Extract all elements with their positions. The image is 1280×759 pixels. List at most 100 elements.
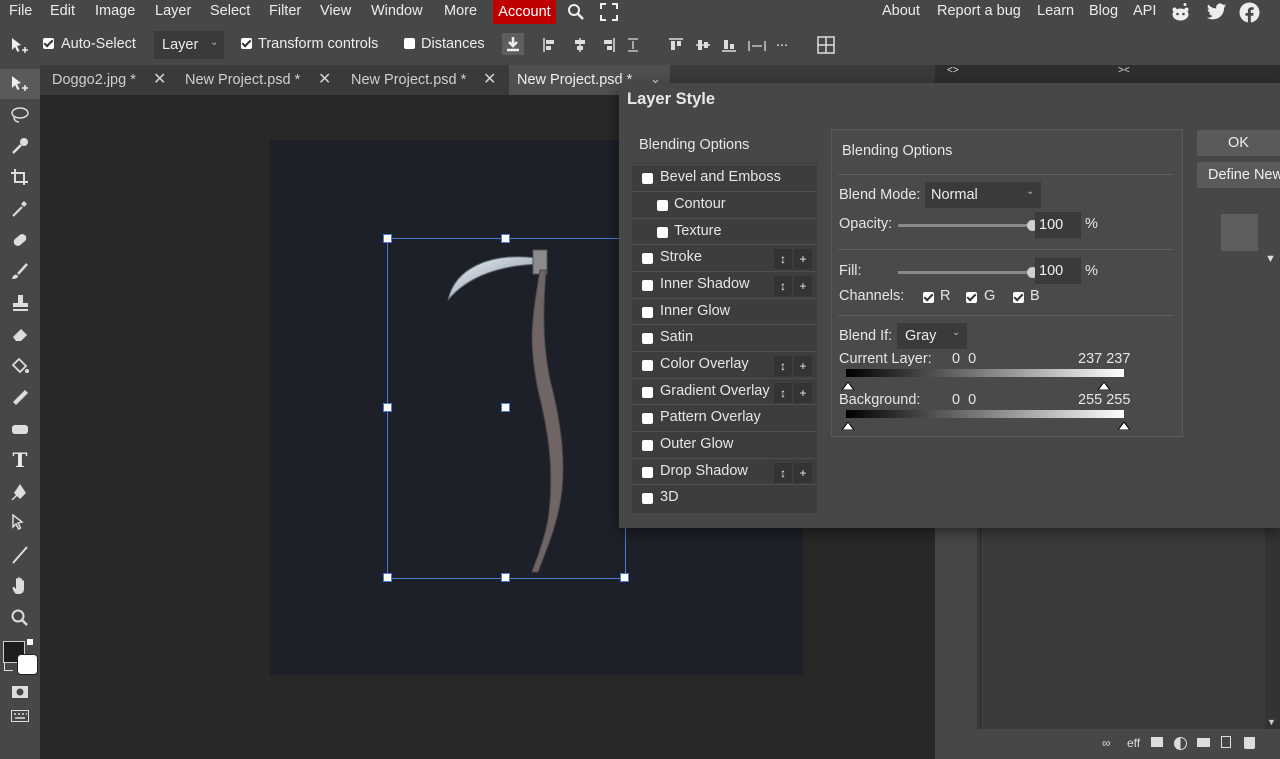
text-tool-icon[interactable]: T bbox=[9, 448, 31, 472]
style-contour[interactable]: Contour bbox=[632, 191, 817, 218]
line-tool-icon[interactable] bbox=[9, 544, 31, 566]
background-black-slider[interactable] bbox=[841, 417, 855, 433]
checkbox-checked[interactable] bbox=[966, 292, 977, 303]
mask-icon[interactable] bbox=[1151, 737, 1163, 747]
style-blending-options[interactable]: Blending Options bbox=[632, 127, 817, 163]
opacity-input[interactable]: 100 bbox=[1035, 212, 1081, 238]
collapse-toggle-left[interactable]: <> bbox=[947, 65, 959, 76]
crop-tool-icon[interactable] bbox=[9, 166, 31, 188]
inner-shadow-checkbox[interactable] bbox=[642, 280, 653, 291]
fill-bucket-icon[interactable] bbox=[9, 355, 31, 377]
3d-checkbox[interactable] bbox=[642, 493, 653, 504]
pen-tool-icon[interactable] bbox=[9, 481, 31, 503]
menu-api[interactable]: API bbox=[1133, 3, 1156, 19]
menu-blog[interactable]: Blog bbox=[1089, 3, 1118, 19]
fill-slider-track[interactable] bbox=[898, 271, 1032, 274]
transform-handle-top[interactable] bbox=[501, 234, 510, 243]
menu-select[interactable]: Select bbox=[210, 3, 250, 19]
folder-icon[interactable] bbox=[1197, 738, 1210, 747]
reorder-button[interactable]: ↕ bbox=[774, 276, 792, 296]
current-layer-gradient[interactable] bbox=[846, 369, 1124, 377]
style-stroke[interactable]: Stroke ↕ + bbox=[632, 244, 817, 271]
link-layers-icon[interactable]: ∞ bbox=[1102, 736, 1111, 750]
style-bevel-emboss[interactable]: Bevel and Emboss bbox=[632, 164, 817, 191]
distances-checkbox[interactable] bbox=[404, 38, 415, 49]
menu-layer[interactable]: Layer bbox=[155, 3, 191, 19]
blend-if-select[interactable]: Gray ⌄ bbox=[897, 323, 967, 349]
background-gradient[interactable] bbox=[846, 410, 1124, 418]
stroke-checkbox[interactable] bbox=[642, 253, 653, 264]
reorder-button[interactable]: ↕ bbox=[774, 383, 792, 403]
search-icon[interactable] bbox=[567, 3, 585, 24]
menu-more[interactable]: More bbox=[444, 3, 477, 19]
style-inner-shadow[interactable]: Inner Shadow ↕ + bbox=[632, 271, 817, 298]
align-bottom-icon[interactable] bbox=[722, 38, 736, 55]
satin-checkbox[interactable] bbox=[642, 333, 653, 344]
reddit-icon[interactable] bbox=[1170, 2, 1191, 26]
transform-handle-bottom-left[interactable] bbox=[383, 573, 392, 582]
twitter-icon[interactable] bbox=[1206, 3, 1227, 24]
transform-handle-left[interactable] bbox=[383, 403, 392, 412]
menu-file[interactable]: File bbox=[9, 3, 32, 19]
scroll-down-icon[interactable]: ▼ bbox=[1265, 253, 1276, 265]
current-layer-white-slider[interactable] bbox=[1097, 377, 1111, 393]
background-white-slider[interactable] bbox=[1117, 417, 1131, 433]
dodge-tool-icon[interactable] bbox=[9, 418, 31, 440]
align-right-icon[interactable] bbox=[601, 38, 615, 55]
quick-mask-icon[interactable] bbox=[9, 681, 31, 703]
add-button[interactable]: + bbox=[794, 276, 812, 296]
effects-button[interactable]: eff bbox=[1127, 736, 1140, 750]
style-satin[interactable]: Satin bbox=[632, 324, 817, 351]
zoom-tool-icon[interactable] bbox=[9, 607, 31, 629]
eraser-tool-icon[interactable] bbox=[9, 323, 31, 345]
align-left-icon[interactable] bbox=[543, 38, 557, 55]
path-select-icon[interactable] bbox=[9, 512, 31, 534]
menu-edit[interactable]: Edit bbox=[50, 3, 75, 19]
transform-handle-bottom-right[interactable] bbox=[620, 573, 629, 582]
close-icon[interactable]: ✕ bbox=[153, 65, 166, 95]
background-color-swatch[interactable] bbox=[17, 654, 38, 675]
menu-report-bug[interactable]: Report a bug bbox=[937, 3, 1021, 19]
distribute-h-icon[interactable] bbox=[627, 38, 639, 55]
stamp-tool-icon[interactable] bbox=[9, 292, 31, 314]
add-button[interactable]: + bbox=[794, 383, 812, 403]
style-drop-shadow[interactable]: Drop Shadow ↕ + bbox=[632, 458, 817, 485]
add-button[interactable]: + bbox=[794, 249, 812, 269]
style-color-overlay[interactable]: Color Overlay ↕ + bbox=[632, 351, 817, 378]
bevel-emboss-checkbox[interactable] bbox=[642, 173, 653, 184]
define-new-button[interactable]: Define New bbox=[1197, 162, 1280, 188]
outer-glow-checkbox[interactable] bbox=[642, 440, 653, 451]
auto-select-checkbox[interactable] bbox=[43, 38, 54, 49]
keyboard-icon[interactable] bbox=[9, 705, 31, 727]
scroll-down-icon[interactable]: ▼ bbox=[1267, 717, 1276, 727]
inner-glow-checkbox[interactable] bbox=[642, 307, 653, 318]
checkbox-checked[interactable] bbox=[923, 292, 934, 303]
trash-icon[interactable] bbox=[1244, 737, 1255, 749]
transform-handle-bottom[interactable] bbox=[501, 573, 510, 582]
transform-controls-checkbox[interactable] bbox=[241, 38, 252, 49]
style-3d[interactable]: 3D bbox=[632, 484, 817, 511]
swap-colors-icon[interactable] bbox=[27, 639, 33, 645]
reset-colors-icon[interactable] bbox=[4, 662, 13, 671]
texture-checkbox[interactable] bbox=[657, 227, 668, 238]
move-tool-icon[interactable] bbox=[9, 73, 31, 95]
style-texture[interactable]: Texture bbox=[632, 218, 817, 245]
grid-icon[interactable] bbox=[817, 36, 835, 57]
tab-doggo2[interactable]: Doggo2.jpg * bbox=[52, 65, 136, 95]
blend-mode-select[interactable]: Normal ⌄ bbox=[925, 182, 1041, 208]
menu-window[interactable]: Window bbox=[371, 3, 423, 19]
close-icon[interactable]: ✕ bbox=[318, 65, 331, 95]
reorder-button[interactable]: ↕ bbox=[774, 356, 792, 376]
color-overlay-checkbox[interactable] bbox=[642, 360, 653, 371]
account-button[interactable]: Account bbox=[493, 0, 556, 24]
download-icon[interactable] bbox=[502, 33, 524, 55]
style-pattern-overlay[interactable]: Pattern Overlay bbox=[632, 404, 817, 431]
add-button[interactable]: + bbox=[794, 463, 812, 483]
opacity-slider-track[interactable] bbox=[898, 224, 1032, 227]
align-top-icon[interactable] bbox=[669, 38, 683, 55]
facebook-icon[interactable] bbox=[1239, 2, 1260, 26]
collapse-toggle-right[interactable]: >< bbox=[1118, 65, 1130, 76]
transform-handle-top-left[interactable] bbox=[383, 234, 392, 243]
menu-view[interactable]: View bbox=[320, 3, 351, 19]
menu-image[interactable]: Image bbox=[95, 3, 135, 19]
